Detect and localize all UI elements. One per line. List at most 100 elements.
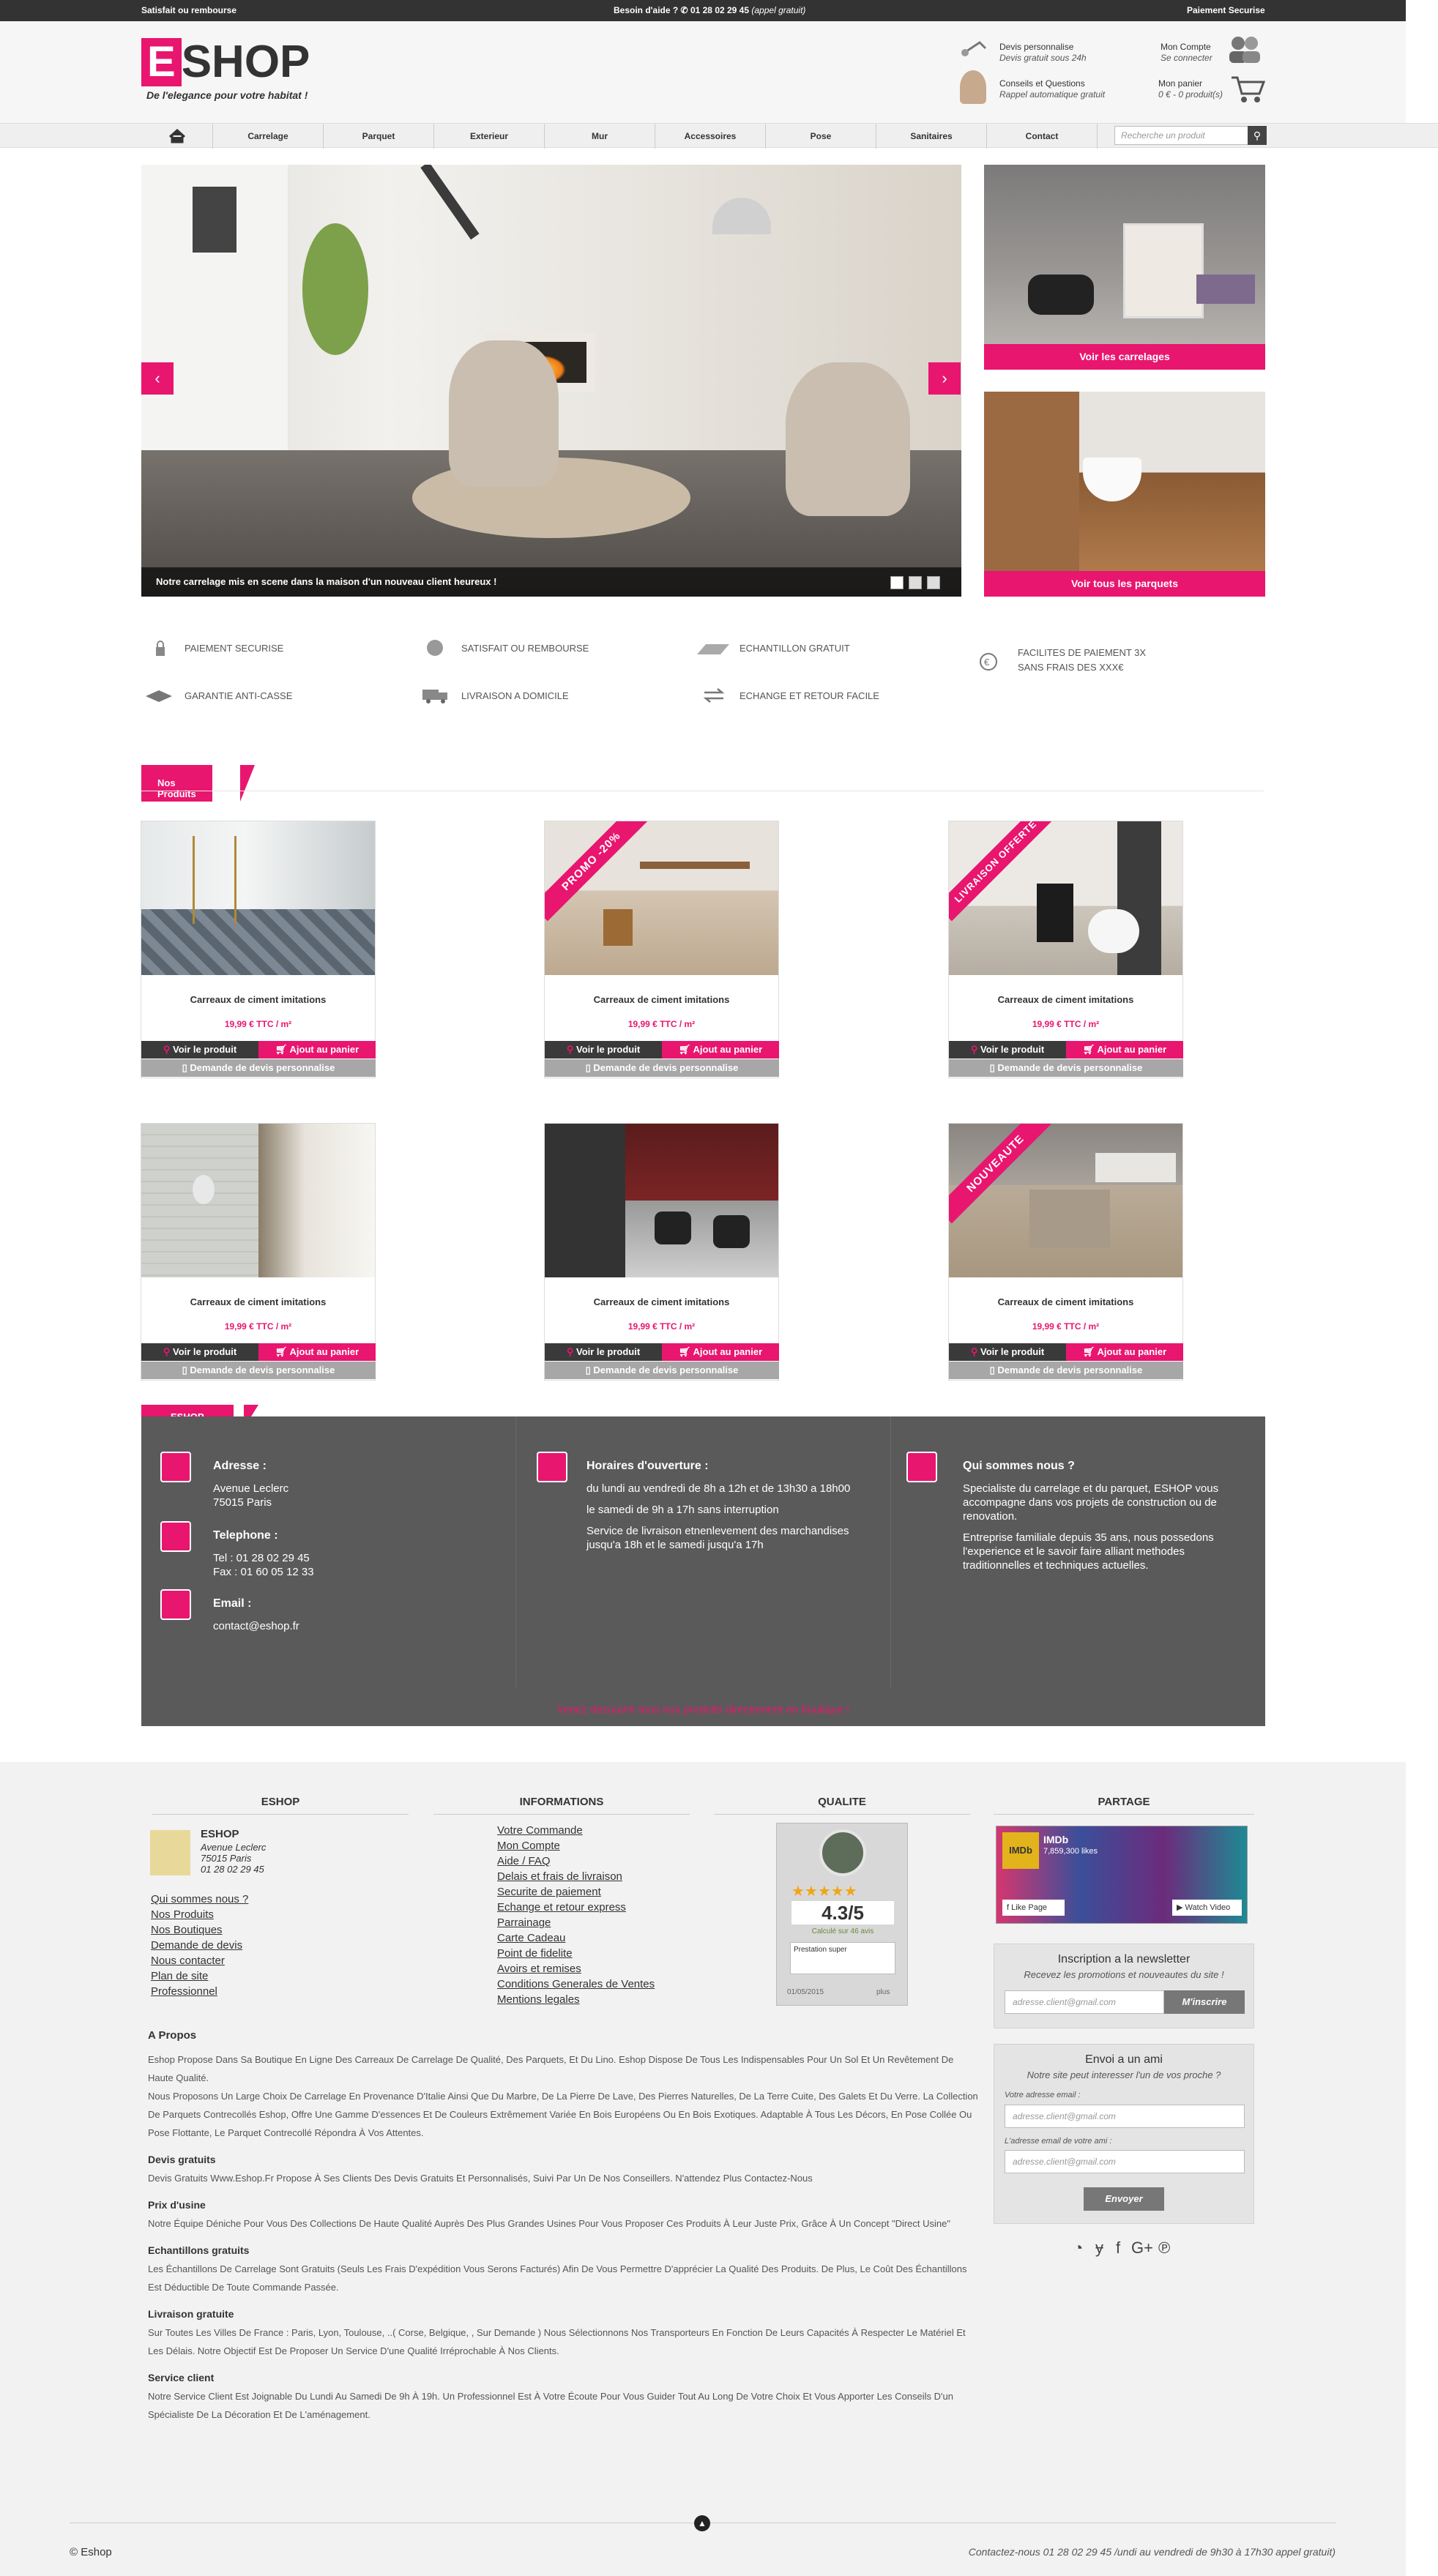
request-quote-button[interactable]: ▯ Demande de devis personnalise xyxy=(949,1059,1183,1077)
footer-link[interactable]: Avoirs et remises xyxy=(497,1961,655,1976)
slider-dot[interactable] xyxy=(890,576,904,589)
footer-link[interactable]: Nos Boutiques xyxy=(151,1922,248,1938)
send-button[interactable]: Envoyer xyxy=(1084,2187,1164,2211)
search-button[interactable]: ⚲ xyxy=(1248,126,1267,145)
footer-link[interactable]: Aide / FAQ xyxy=(497,1853,655,1869)
headset-icon xyxy=(958,35,990,60)
footer-link[interactable]: Votre Commande xyxy=(497,1823,655,1838)
newsletter-subscribe-button[interactable]: M'inscrire xyxy=(1164,1990,1245,2014)
footer-link[interactable]: Professionnel xyxy=(151,1984,248,1999)
view-product-button[interactable]: ⚲ Voir le produit xyxy=(949,1343,1066,1361)
newsletter-email-input[interactable]: adresse.client@gmail.com xyxy=(1005,1990,1164,2014)
product-name[interactable]: Carreaux de ciment imitations xyxy=(545,994,778,1005)
add-to-cart-button[interactable]: 🛒︎ Ajout au panier xyxy=(662,1041,779,1059)
logo[interactable]: E SHOP xyxy=(141,38,310,86)
slider-prev-button[interactable]: ‹ xyxy=(141,362,174,395)
view-product-button[interactable]: ⚲ Voir le produit xyxy=(141,1041,258,1059)
nav-item-sanitaires[interactable]: Sanitaires xyxy=(876,124,987,149)
footer-link[interactable]: Nos Produits xyxy=(151,1907,248,1922)
footer-link[interactable]: Carte Cadeau xyxy=(497,1930,655,1946)
view-product-button[interactable]: ⚲ Voir le produit xyxy=(141,1343,258,1361)
footer-link[interactable]: Qui sommes nous ? xyxy=(151,1892,248,1907)
product-name[interactable]: Carreaux de ciment imitations xyxy=(949,994,1182,1005)
view-product-button[interactable]: ⚲ Voir le produit xyxy=(545,1343,662,1361)
slider-dot[interactable] xyxy=(909,576,922,589)
footer-link[interactable]: Demande de devis xyxy=(151,1938,248,1953)
email-link[interactable]: contact@eshop.fr xyxy=(213,1619,299,1633)
store-map-thumbnail[interactable] xyxy=(150,1830,190,1875)
request-quote-button[interactable]: ▯ Demande de devis personnalise xyxy=(949,1362,1183,1379)
nav-item-parquet[interactable]: Parquet xyxy=(324,124,434,149)
search-input[interactable]: Recherche un produit xyxy=(1114,126,1253,145)
feature-exchange: ECHANGE ET RETOUR FACILE xyxy=(740,690,879,701)
nav-item-accessoires[interactable]: Accessoires xyxy=(655,124,766,149)
slider-next-button[interactable]: › xyxy=(928,362,961,395)
request-quote-button[interactable]: ▯ Demande de devis personnalise xyxy=(141,1059,376,1077)
product-card[interactable]: NOUVEAUTE Carreaux de ciment imitations … xyxy=(948,1123,1183,1381)
devis-block[interactable]: Devis personnalise Devis gratuit sous 24h xyxy=(999,42,1087,64)
view-product-button[interactable]: ⚲ Voir le produit xyxy=(949,1041,1066,1059)
footer-link[interactable]: Mentions legales xyxy=(497,1992,655,2007)
friend-email-input[interactable]: adresse.client@gmail.com xyxy=(1005,2150,1245,2173)
fb-watch-button[interactable]: ▶ Watch Video xyxy=(1172,1900,1242,1916)
request-quote-button[interactable]: ▯ Demande de devis personnalise xyxy=(545,1362,779,1379)
footer-links-info: Votre Commande Mon Compte Aide / FAQ Del… xyxy=(497,1823,655,2007)
footer-link[interactable]: Plan de site xyxy=(151,1968,248,1984)
request-quote-button[interactable]: ▯ Demande de devis personnalise xyxy=(141,1362,376,1379)
facebook-page-widget[interactable]: IMDb IMDb 7,859,300 likes f Like Page ▶ … xyxy=(996,1826,1248,1924)
conseils-block[interactable]: Conseils et Questions Rappel automatique … xyxy=(999,78,1105,100)
product-card[interactable]: Carreaux de ciment imitations 19,99 € TT… xyxy=(141,821,376,1078)
product-name[interactable]: Carreaux de ciment imitations xyxy=(545,1296,778,1307)
add-to-cart-button[interactable]: 🛒︎ Ajout au panier xyxy=(258,1041,376,1059)
add-to-cart-button[interactable]: 🛒︎ Ajout au panier xyxy=(1066,1041,1183,1059)
footer-link[interactable]: Mon Compte xyxy=(497,1838,655,1853)
fb-like-button[interactable]: f Like Page xyxy=(1002,1900,1065,1916)
product-card[interactable]: Carreaux de ciment imitations 19,99 € TT… xyxy=(544,1123,779,1381)
footer-link[interactable]: Echange et retour express xyxy=(497,1900,655,1915)
add-to-cart-button[interactable]: 🛒︎ Ajout au panier xyxy=(1066,1343,1183,1361)
footer-link[interactable]: Nous contacter xyxy=(151,1953,248,1968)
feature-secure: PAIEMENT SECURISE xyxy=(185,643,284,654)
google-plus-icon[interactable]: G+ xyxy=(1131,2239,1153,2258)
add-to-cart-button[interactable]: 🛒︎ Ajout au panier xyxy=(258,1343,376,1361)
product-name[interactable]: Carreaux de ciment imitations xyxy=(949,1296,1182,1307)
twitter-icon[interactable]: ɏ xyxy=(1095,2239,1103,2258)
product-name[interactable]: Carreaux de ciment imitations xyxy=(141,1296,375,1307)
slider-dot[interactable] xyxy=(927,576,940,589)
search-icon: ⚲ xyxy=(566,1044,574,1055)
about-subheading: Service client xyxy=(148,2372,215,2383)
footer-link[interactable]: Conditions Generales de Ventes xyxy=(497,1976,655,1992)
voir-parquets-button[interactable]: Voir tous les parquets xyxy=(984,571,1265,597)
own-email-input[interactable]: adresse.client@gmail.com xyxy=(1005,2105,1245,2128)
voir-carrelages-button[interactable]: Voir les carrelages xyxy=(984,344,1265,370)
nav-item-mur[interactable]: Mur xyxy=(545,124,655,149)
nav-item-pose[interactable]: Pose xyxy=(766,124,876,149)
pinterest-icon[interactable]: ℗ xyxy=(1158,2239,1170,2258)
cart-icon[interactable] xyxy=(1230,73,1266,104)
rss-icon[interactable]: ◔ xyxy=(1073,2239,1083,2258)
add-to-cart-button[interactable]: 🛒︎ Ajout au panier xyxy=(662,1343,779,1361)
rating-badge[interactable]: ★★★★★ 4.3/5 Calculé sur 46 avis Prestati… xyxy=(776,1823,908,2006)
product-card[interactable]: LIVRAISON OFFERTE Carreaux de ciment imi… xyxy=(948,821,1183,1078)
parquets-panel[interactable]: Voir tous les parquets xyxy=(984,392,1265,597)
cart-block[interactable]: Mon panier 0 € - 0 produit(s) xyxy=(1158,78,1223,100)
nav-home[interactable] xyxy=(141,124,213,149)
footer-link[interactable]: Securite de paiement xyxy=(497,1884,655,1900)
carrelages-panel[interactable]: Voir les carrelages xyxy=(984,165,1265,370)
nav-item-contact[interactable]: Contact xyxy=(987,124,1098,149)
footer-link[interactable]: Parrainage xyxy=(497,1915,655,1930)
nav-item-exterieur[interactable]: Exterieur xyxy=(434,124,545,149)
product-card[interactable]: PROMO -20% Carreaux de ciment imitations… xyxy=(544,821,779,1078)
nav-item-carrelage[interactable]: Carrelage xyxy=(213,124,324,149)
back-to-top-button[interactable]: ▲ xyxy=(694,2515,710,2531)
product-card[interactable]: Carreaux de ciment imitations 19,99 € TT… xyxy=(141,1123,376,1381)
account-block[interactable]: Mon Compte Se connecter xyxy=(1161,42,1212,64)
hero-slider[interactable] xyxy=(141,165,961,597)
request-quote-button[interactable]: ▯ Demande de devis personnalise xyxy=(545,1059,779,1077)
product-name[interactable]: Carreaux de ciment imitations xyxy=(141,994,375,1005)
view-product-button[interactable]: ⚲ Voir le produit xyxy=(545,1041,662,1059)
footer-link[interactable]: Point de fidelite xyxy=(497,1946,655,1961)
facebook-icon[interactable]: f xyxy=(1116,2239,1120,2258)
review-more-link[interactable]: plus xyxy=(876,1988,890,1996)
footer-link[interactable]: Delais et frais de livraison xyxy=(497,1869,655,1884)
